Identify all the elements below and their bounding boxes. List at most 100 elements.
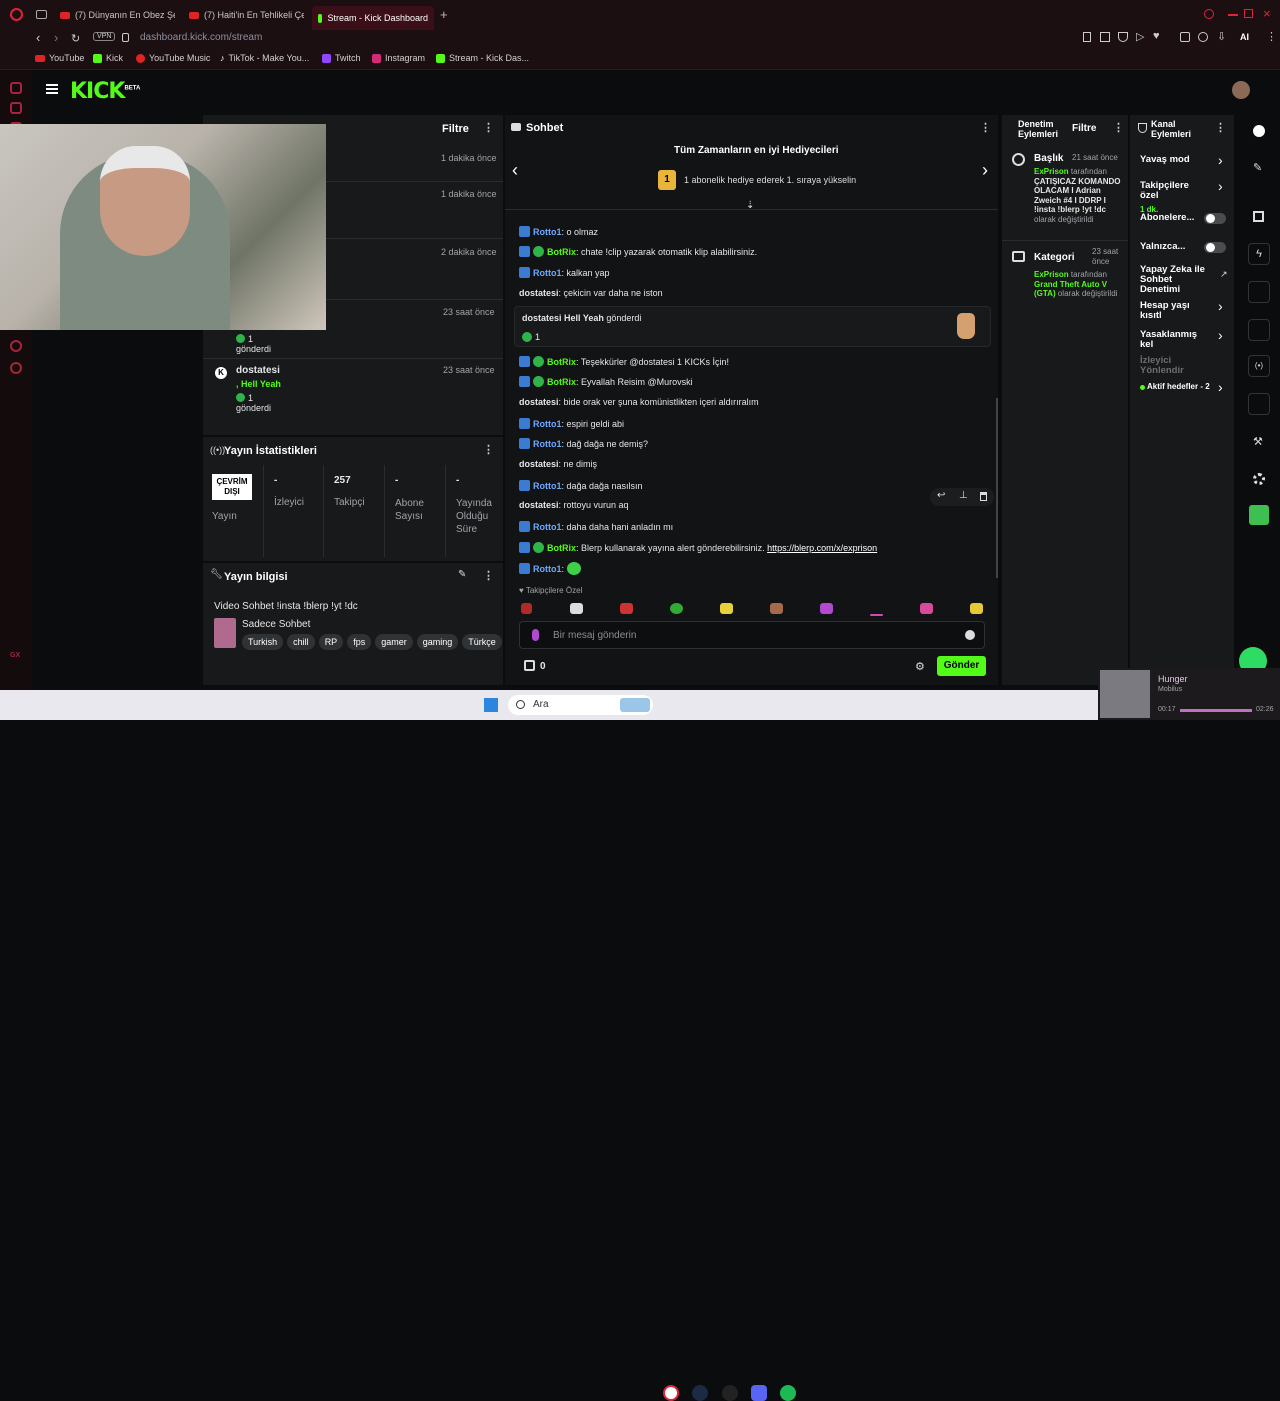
tag[interactable]: chill: [287, 634, 315, 650]
reload-icon[interactable]: ↻: [71, 32, 80, 45]
chevron-right-icon[interactable]: ›: [1218, 178, 1223, 194]
channel-action-item[interactable]: Abonelere...: [1140, 213, 1230, 224]
crop-icon[interactable]: [1100, 32, 1110, 42]
opera-gx-taskbar-icon[interactable]: [663, 1385, 679, 1401]
moderation-menu-icon[interactable]: ⋮: [1113, 121, 1124, 134]
gift-box-icon[interactable]: [524, 660, 535, 671]
close-window-icon[interactable]: ×: [1263, 6, 1271, 21]
steam-taskbar-icon[interactable]: [692, 1385, 708, 1401]
bookmark-youtube[interactable]: YouTube: [35, 53, 84, 63]
download-icon[interactable]: ⇩: [1217, 30, 1226, 43]
bookmark-instagram[interactable]: Instagram: [372, 53, 425, 63]
flash-icon[interactable]: ϟ: [1248, 243, 1270, 265]
chat-scrollbar[interactable]: [996, 398, 998, 578]
tag[interactable]: fps: [347, 634, 372, 650]
bookmark-kick-stream[interactable]: Stream - Kick Das...: [436, 53, 529, 63]
layout-icon[interactable]: [1248, 393, 1270, 415]
settings-icon[interactable]: [10, 362, 22, 374]
info-menu-icon[interactable]: ⋮: [483, 569, 494, 582]
toggle-switch[interactable]: [1204, 213, 1226, 224]
channel-action-item[interactable]: Yapay Zeka ile Sohbet Denetimi ↗: [1140, 265, 1230, 295]
emote[interactable]: [720, 603, 733, 614]
emoji-icon[interactable]: [965, 630, 975, 640]
broadcast-icon[interactable]: (•): [1248, 355, 1270, 377]
tag[interactable]: gamer: [375, 634, 413, 650]
kicks-mic-icon[interactable]: [532, 629, 539, 641]
chat-username[interactable]: BotRix: [547, 247, 576, 257]
emote[interactable]: [620, 603, 633, 614]
emote[interactable]: [970, 603, 983, 614]
chat-settings-icon[interactable]: ⚙: [915, 660, 925, 673]
channel-action-item[interactable]: Yalnızca...: [1140, 242, 1230, 253]
toggle-switch[interactable]: [1204, 242, 1226, 253]
chat-username[interactable]: Rotto1: [533, 522, 562, 532]
category-thumbnail[interactable]: [214, 618, 236, 648]
vpn-badge[interactable]: VPN: [93, 32, 116, 41]
gift-user[interactable]: dostatesi: [522, 313, 562, 323]
chat-username[interactable]: BotRix: [547, 357, 576, 367]
bookmark-twitch[interactable]: Twitch: [322, 53, 361, 63]
opera-logo-icon[interactable]: [10, 8, 23, 21]
search-tabs-icon[interactable]: [1204, 9, 1214, 19]
chat-link[interactable]: https://blerp.com/x/exprison: [767, 543, 877, 553]
kick-logo[interactable]: KICKBETA: [70, 79, 140, 104]
chat-username[interactable]: Rotto1: [533, 419, 562, 429]
external-link-icon[interactable]: ↗: [1220, 269, 1228, 280]
channel-action-item[interactable]: İzleyici Yönlendir: [1140, 356, 1230, 376]
tag[interactable]: RP: [318, 634, 344, 650]
chat-username[interactable]: dostatesi: [519, 459, 559, 469]
channel-menu-icon[interactable]: ⋮: [1215, 121, 1226, 134]
chevron-right-icon[interactable]: ›: [1218, 379, 1223, 395]
pencil-icon[interactable]: ✎: [1253, 161, 1262, 174]
workspaces-icon[interactable]: [36, 10, 47, 19]
chat-username[interactable]: Rotto1: [533, 227, 562, 237]
tab-kick-dashboard[interactable]: Stream - Kick Dashboard: [312, 6, 434, 30]
bookmark-tiktok[interactable]: ♪ TikTok - Make You...: [220, 53, 309, 63]
snapshot-icon[interactable]: [1083, 32, 1091, 42]
info-icon[interactable]: [1253, 125, 1265, 137]
forward-icon[interactable]: ›: [54, 30, 58, 45]
channel-action-item[interactable]: Aktif hedefler - 2 ›: [1140, 379, 1230, 395]
pin-icon[interactable]: ⊥: [959, 490, 968, 501]
emote[interactable]: [521, 603, 532, 614]
green-app-icon[interactable]: [1249, 505, 1269, 525]
minimize-icon[interactable]: [1228, 14, 1238, 16]
hamburger-menu-icon[interactable]: [46, 84, 58, 94]
chevron-right-icon[interactable]: ›: [1218, 327, 1223, 343]
wrench-icon[interactable]: ⚒: [1253, 435, 1263, 448]
stats-menu-icon[interactable]: ⋮: [483, 443, 494, 456]
channel-action-item[interactable]: Hesap yaşı kısıtl ›: [1140, 298, 1230, 321]
shopping-icon[interactable]: [10, 102, 22, 114]
gx-icon[interactable]: GX: [10, 652, 20, 659]
reply-icon[interactable]: ↩: [937, 490, 945, 501]
taskbar-search[interactable]: Ara: [508, 695, 653, 715]
chat-username[interactable]: dostatesi: [519, 500, 559, 510]
chat-menu-icon[interactable]: ⋮: [980, 121, 991, 134]
share-icon[interactable]: [1198, 32, 1208, 42]
video-icon[interactable]: ▷: [1136, 30, 1144, 43]
gifters-prev-icon[interactable]: ‹: [512, 160, 518, 181]
player-icon[interactable]: [10, 340, 22, 352]
emote[interactable]: [920, 603, 933, 614]
edit-icon[interactable]: ✎: [458, 569, 466, 580]
media-progress[interactable]: [1180, 709, 1252, 712]
tab-youtube-1[interactable]: (7) Dünyanın En Obez Şeh: [60, 6, 175, 24]
user-avatar[interactable]: [1232, 81, 1250, 99]
integrations-icon[interactable]: [1253, 473, 1265, 485]
channel-action-item[interactable]: Takipçilere özel 1 dk. ›: [1140, 178, 1230, 215]
delete-icon[interactable]: [980, 492, 987, 501]
notes-icon[interactable]: [1248, 281, 1270, 303]
activity-filter-button[interactable]: Filtre: [442, 123, 469, 135]
chat-username[interactable]: Rotto1: [533, 268, 562, 278]
channel-action-item[interactable]: Yavaş mod ›: [1140, 152, 1230, 168]
chat-username[interactable]: Rotto1: [533, 481, 562, 491]
tag[interactable]: gaming: [416, 634, 459, 650]
extensions-icon[interactable]: [1180, 32, 1190, 42]
menu-icon[interactable]: ⋮: [1266, 30, 1277, 43]
heart-icon[interactable]: ♥: [1153, 30, 1160, 42]
aria-ai-button[interactable]: AI: [1240, 32, 1249, 42]
chat-username[interactable]: Rotto1: [533, 439, 562, 449]
tag[interactable]: Türkçe: [462, 634, 502, 650]
emote[interactable]: [770, 603, 783, 614]
emote[interactable]: [820, 603, 833, 614]
